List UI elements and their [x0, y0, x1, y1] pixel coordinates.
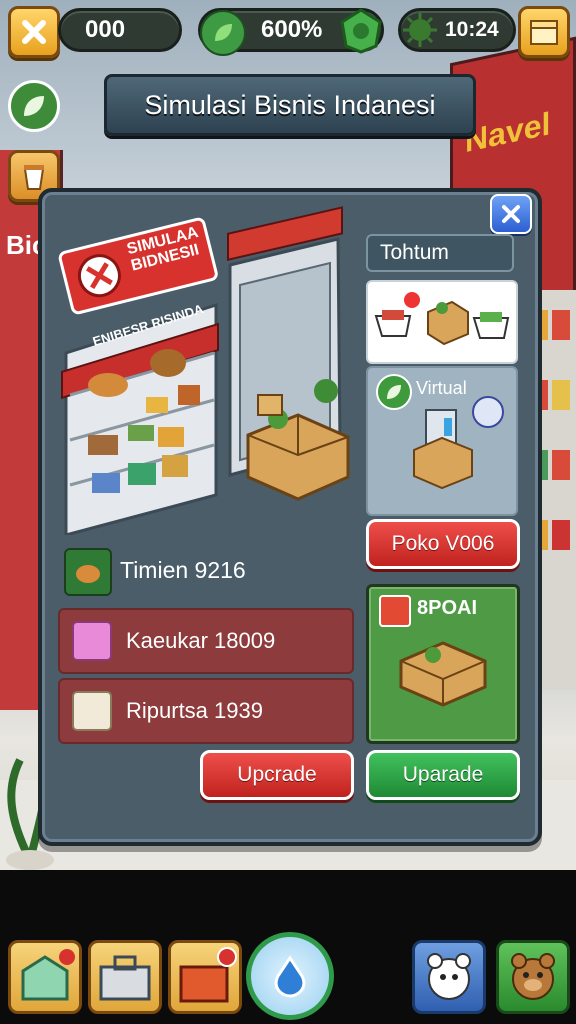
green-crate-card[interactable]: 8POAI: [366, 584, 520, 744]
water-drop-icon: [274, 955, 306, 998]
green-gem-icon: [338, 8, 384, 54]
greenhouse-icon: [21, 949, 75, 1001]
page-title: Simulasi Bisnis Indanesi: [104, 74, 476, 136]
leaf-menu-button[interactable]: [8, 80, 60, 132]
leaf-icon: [24, 96, 44, 116]
bear-icon: [511, 953, 555, 1000]
crate-icon: [399, 641, 487, 707]
resource-row-label: Ripurtsa 1939: [126, 698, 263, 723]
stat-icon: [64, 548, 112, 596]
delivery-box-button[interactable]: [168, 940, 242, 1014]
coin-value: 000: [85, 16, 126, 43]
cup-icon: [23, 165, 45, 190]
box-icon: [530, 20, 558, 45]
tab-tohtum[interactable]: Tohtum: [366, 234, 514, 272]
poko-button[interactable]: Poko V006: [366, 519, 520, 569]
x-icon: [22, 20, 46, 44]
shopping-carts-card[interactable]: [366, 280, 518, 364]
polar-bear-button[interactable]: [412, 940, 486, 1014]
upgrade-button-red[interactable]: Upcrade: [200, 750, 354, 800]
upgrade-button-green[interactable]: Uparade: [366, 750, 520, 800]
greenhouse-button[interactable]: [8, 940, 82, 1014]
toolbox-icon: [99, 955, 151, 1001]
server-box-icon: [413, 409, 473, 490]
stat-label: Timien 9216: [120, 557, 246, 583]
tag-icon: [379, 595, 411, 627]
toolbox-button[interactable]: [88, 940, 162, 1014]
leaf-icon: [200, 10, 246, 56]
coin-counter: 000: [58, 8, 182, 52]
green-card-label: 8POAI: [417, 597, 478, 619]
close-panel-button[interactable]: [490, 194, 532, 234]
right-wall-text: Navel: [465, 105, 551, 160]
virtual-card[interactable]: Virtual: [366, 366, 518, 516]
delivery-box-icon: [179, 947, 237, 1003]
inventory-box-button[interactable]: [518, 6, 570, 58]
resource-row: Kaeukar 18009: [58, 608, 354, 674]
virus-icon: [400, 10, 440, 50]
polar-bear-icon: [427, 953, 471, 1000]
gift-box-icon: [72, 621, 112, 661]
shopping-cart-icon: [374, 292, 510, 346]
time-value: 10:24: [445, 18, 499, 41]
leaf-icon: [376, 374, 412, 410]
resource-row-label: Kaeukar 18009: [126, 628, 276, 653]
package-icon: [72, 691, 112, 731]
bear-button[interactable]: [496, 940, 570, 1014]
close-game-button[interactable]: [8, 6, 60, 58]
percent-value: 600%: [261, 16, 323, 43]
water-drop-button[interactable]: [246, 932, 334, 1020]
resource-row: Ripurtsa 1939: [58, 678, 354, 744]
close-icon: [502, 205, 520, 223]
virtual-label: Virtual: [416, 378, 467, 398]
